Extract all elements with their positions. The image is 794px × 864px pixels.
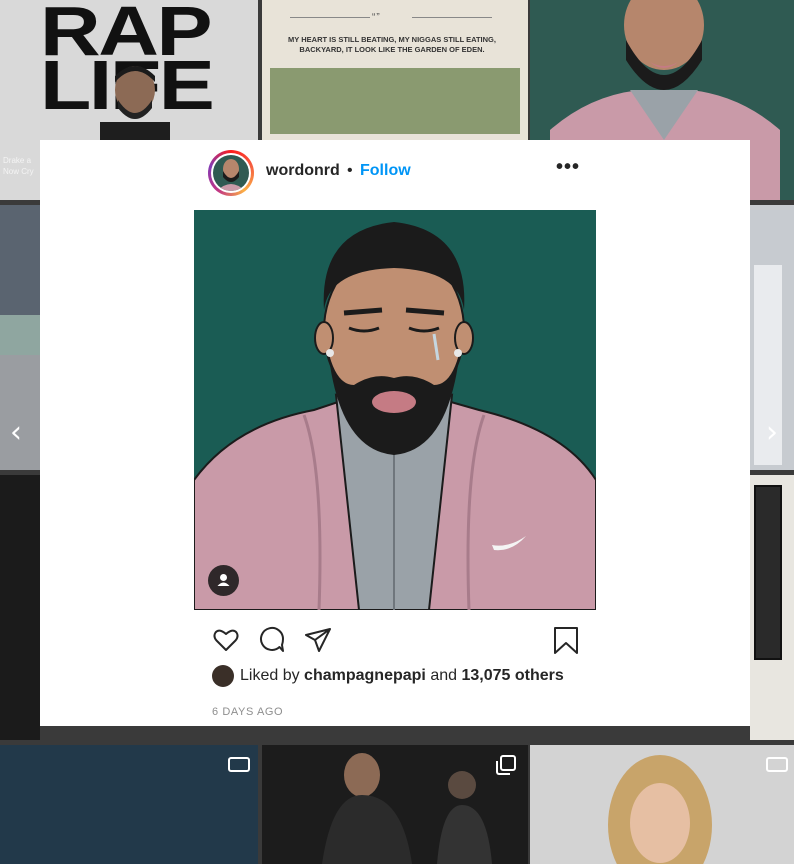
follow-button[interactable]: Follow [360, 162, 411, 180]
liker-avatar[interactable] [212, 665, 234, 687]
drake-illustration [194, 210, 596, 610]
multi-image-icon [496, 755, 516, 775]
username-link[interactable]: wordonrd [266, 162, 340, 180]
post-modal: wordonrd • Follow ••• Liked by champagne… [40, 140, 750, 726]
grid-post-drake-stage[interactable] [262, 745, 528, 864]
portrait-photo [608, 755, 712, 864]
camera-icon [228, 757, 250, 772]
liked-by-and: and [430, 667, 458, 684]
quote-mark: “” [372, 12, 381, 23]
separator-dot: • [347, 162, 353, 179]
liked-by-prefix: Liked by [240, 667, 300, 684]
previous-post-arrow[interactable]: ‹ [6, 418, 26, 448]
camera-icon [766, 757, 788, 772]
liked-by-others-link[interactable]: 13,075 others [461, 667, 563, 684]
drake-photo [100, 66, 170, 140]
divider [290, 17, 370, 18]
grid-post-ocean[interactable] [0, 745, 258, 864]
likes-text: Liked by champagnepapi and 13,075 others [240, 667, 564, 685]
story-ring-avatar[interactable] [208, 150, 254, 196]
grid-post-portrait[interactable] [530, 745, 794, 864]
user-tag-icon [217, 574, 230, 586]
garden-image [270, 68, 520, 134]
avatar [213, 155, 249, 191]
more-options-icon[interactable]: ••• [556, 157, 580, 178]
liked-by-user-link[interactable]: champagnepapi [304, 667, 426, 684]
post-actions [212, 626, 580, 656]
post-timestamp[interactable]: 6 DAYS AGO [212, 706, 283, 718]
bookmark-icon[interactable] [552, 626, 580, 654]
drake-stage-photo [322, 753, 492, 864]
grid-post-left-bottom[interactable] [0, 475, 40, 740]
post-header: wordonrd • Follow ••• [40, 140, 750, 206]
divider [412, 17, 492, 18]
comment-icon[interactable] [258, 626, 286, 654]
heart-icon[interactable] [212, 626, 240, 654]
user-tag-button[interactable] [208, 565, 239, 596]
share-icon[interactable] [304, 626, 332, 654]
quote-text: MY HEART IS STILL BEATING, MY NIGGAS STI… [288, 35, 496, 54]
tile-caption: Drake a Now Cry [3, 156, 34, 176]
next-post-arrow[interactable]: › [762, 418, 782, 448]
grid-post-right-bottom[interactable] [750, 475, 794, 740]
post-artwork[interactable] [194, 210, 596, 610]
